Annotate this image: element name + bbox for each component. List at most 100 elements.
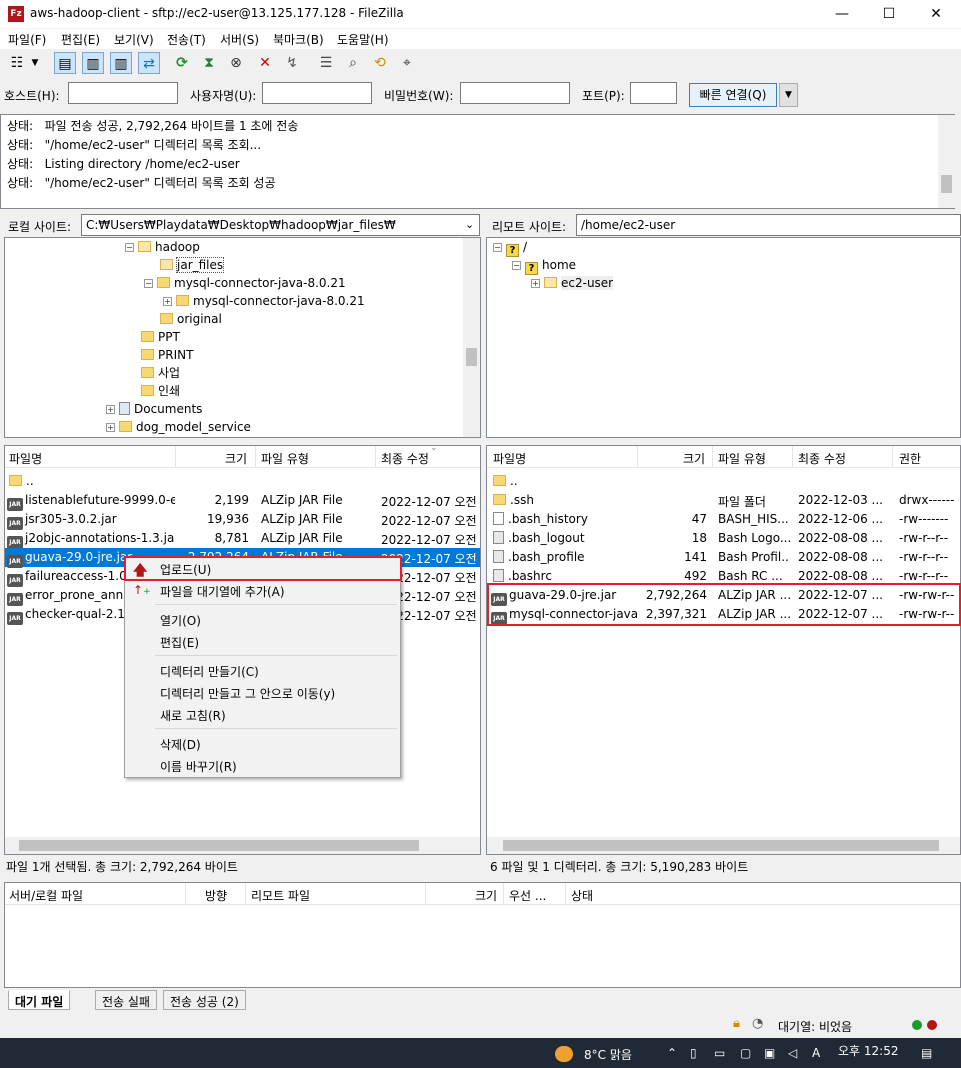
- table-row[interactable]: .bash_logout 18 Bash Logo... 2022-08-08 …: [487, 529, 960, 548]
- menu-server[interactable]: 서버(S): [220, 31, 259, 48]
- column-separator[interactable]: [425, 883, 426, 905]
- speed-limit-icon[interactable]: ◔: [752, 1016, 763, 1031]
- table-row[interactable]: ..: [5, 472, 480, 491]
- expand-icon[interactable]: +: [163, 297, 172, 306]
- tab-failed-transfers[interactable]: 전송 실패: [95, 990, 157, 1010]
- tree-node[interactable]: − hadoop: [125, 238, 200, 256]
- tray-app-icon[interactable]: ▯: [690, 1046, 697, 1060]
- table-row[interactable]: JAR jsr305-3.0.2.jar 19,936 ALZip JAR Fil…: [5, 510, 480, 530]
- table-row[interactable]: .bash_profile 141 Bash Profil... 2022-08…: [487, 548, 960, 567]
- queue-column-size[interactable]: 크기: [475, 887, 497, 904]
- quickconnect-button[interactable]: 빠른 연결(Q): [689, 83, 777, 107]
- site-manager-icon[interactable]: ☷: [6, 52, 28, 74]
- directory-compare-icon[interactable]: ☰: [315, 52, 337, 74]
- column-header-size[interactable]: 크기: [225, 450, 247, 467]
- queue-column-local[interactable]: 서버/로컬 파일: [9, 887, 83, 904]
- table-row[interactable]: ..: [487, 472, 960, 491]
- menu-bookmarks[interactable]: 북마크(B): [273, 31, 324, 48]
- tree-node[interactable]: original: [160, 310, 222, 328]
- remote-path-input[interactable]: /home/ec2-user: [576, 214, 961, 236]
- expand-icon[interactable]: +: [106, 423, 115, 432]
- column-separator[interactable]: [712, 446, 713, 468]
- tray-app-icon[interactable]: ▢: [740, 1046, 751, 1060]
- queue-column-direction[interactable]: 방향: [205, 887, 227, 904]
- queue-column-status[interactable]: 상태: [571, 887, 593, 904]
- column-header-size[interactable]: 크기: [683, 450, 705, 467]
- menu-item-refresh[interactable]: 새로 고침(R): [160, 707, 226, 724]
- local-list-hscroll-thumb[interactable]: [19, 840, 419, 851]
- search-icon[interactable]: ⌕: [342, 52, 364, 74]
- menu-item-create-and-enter-directory[interactable]: 디렉터리 만들고 그 안으로 이동(y): [160, 685, 335, 702]
- host-input[interactable]: [68, 82, 178, 104]
- refresh-icon[interactable]: ⟳: [171, 52, 193, 74]
- menu-item-add-to-queue[interactable]: 파일을 대기열에 추가(A): [160, 583, 285, 600]
- password-input[interactable]: [460, 82, 570, 104]
- column-separator[interactable]: [637, 446, 638, 468]
- filter-icon[interactable]: ⧗: [198, 52, 220, 74]
- close-button[interactable]: ✕: [913, 0, 959, 28]
- column-separator[interactable]: [175, 446, 176, 468]
- column-separator[interactable]: [892, 446, 893, 468]
- disconnect-icon[interactable]: ✕: [254, 52, 276, 74]
- notification-icon[interactable]: ▤: [921, 1046, 932, 1060]
- column-separator[interactable]: [375, 446, 376, 468]
- tree-node[interactable]: PRINT: [141, 346, 193, 364]
- quickconnect-dropdown-icon[interactable]: ▼: [779, 83, 798, 107]
- toggle-queue-icon[interactable]: ⇄: [138, 52, 160, 74]
- find-files-icon[interactable]: ⌖: [396, 52, 418, 74]
- column-header-name[interactable]: 파일명: [493, 450, 526, 467]
- username-input[interactable]: [262, 82, 372, 104]
- tree-node[interactable]: 인쇄: [141, 382, 180, 400]
- expand-icon[interactable]: +: [531, 279, 540, 288]
- column-separator[interactable]: [792, 446, 793, 468]
- tree-node[interactable]: −? /: [493, 238, 527, 257]
- column-separator[interactable]: [565, 883, 566, 905]
- tree-node[interactable]: −? home: [512, 256, 576, 275]
- menu-view[interactable]: 보기(V): [114, 31, 154, 48]
- column-header-modified[interactable]: 최종 수정: [381, 450, 429, 467]
- menu-item-create-directory[interactable]: 디렉터리 만들기(C): [160, 663, 259, 680]
- menu-item-delete[interactable]: 삭제(D): [160, 736, 201, 753]
- tree-node[interactable]: 사업: [141, 364, 180, 382]
- toggle-remote-tree-icon[interactable]: ▥: [110, 52, 132, 74]
- queue-column-remote[interactable]: 리모트 파일: [251, 887, 310, 904]
- weather-icon[interactable]: [555, 1046, 573, 1062]
- dropdown-arrow-icon[interactable]: ▼: [28, 52, 42, 74]
- weather-text[interactable]: 8°C 맑음: [584, 1046, 632, 1063]
- port-input[interactable]: [630, 82, 677, 104]
- tray-app-icon[interactable]: ▣: [764, 1046, 775, 1060]
- tray-chevron-icon[interactable]: ⌃: [667, 1046, 677, 1060]
- menu-item-open[interactable]: 열기(O): [160, 612, 201, 629]
- toggle-local-tree-icon[interactable]: ▥: [82, 52, 104, 74]
- column-separator[interactable]: [185, 883, 186, 905]
- local-list-hscrollbar[interactable]: [5, 837, 480, 854]
- tree-node[interactable]: + dog_model_service: [106, 418, 251, 436]
- expand-icon[interactable]: +: [106, 405, 115, 414]
- table-row[interactable]: .ssh 파일 폴더 2022-12-03 ... drwx------: [487, 491, 960, 510]
- maximize-button[interactable]: ☐: [866, 0, 912, 28]
- tray-app-icon[interactable]: ▭: [714, 1046, 725, 1060]
- tab-queued-files[interactable]: 대기 파일: [8, 990, 71, 1010]
- language-icon[interactable]: A: [812, 1046, 820, 1060]
- tree-node[interactable]: + ec2-user: [531, 274, 614, 292]
- column-header-permissions[interactable]: 권한: [899, 450, 921, 467]
- menu-help[interactable]: 도움말(H): [337, 31, 389, 48]
- collapse-icon[interactable]: −: [512, 261, 521, 270]
- tree-node[interactable]: PPT: [141, 328, 180, 346]
- column-separator[interactable]: [503, 883, 504, 905]
- table-row[interactable]: JAR j2objc-annotations-1.3.jar 8,781 ALZi…: [5, 529, 480, 549]
- tree-node[interactable]: + Documents: [106, 400, 202, 418]
- local-tree-scrollbar[interactable]: [463, 238, 480, 437]
- log-scroll-thumb[interactable]: [941, 175, 952, 193]
- menu-item-edit[interactable]: 편집(E): [160, 634, 199, 651]
- collapse-icon[interactable]: −: [125, 243, 134, 252]
- volume-icon[interactable]: ◁: [788, 1046, 797, 1060]
- reconnect-icon[interactable]: ↯: [281, 52, 303, 74]
- tab-successful-transfers[interactable]: 전송 성공 (2): [163, 990, 246, 1010]
- local-tree-scroll-thumb[interactable]: [466, 348, 477, 366]
- local-path-dropdown-icon[interactable]: ⌄: [465, 218, 474, 231]
- table-row[interactable]: .bash_history 47 BASH_HIS... 2022-12-06 …: [487, 510, 960, 529]
- tree-node[interactable]: − mysql-connector-java-8.0.21: [144, 274, 346, 292]
- remote-list-hscrollbar[interactable]: [487, 837, 960, 854]
- cancel-icon[interactable]: ⊗: [225, 52, 247, 74]
